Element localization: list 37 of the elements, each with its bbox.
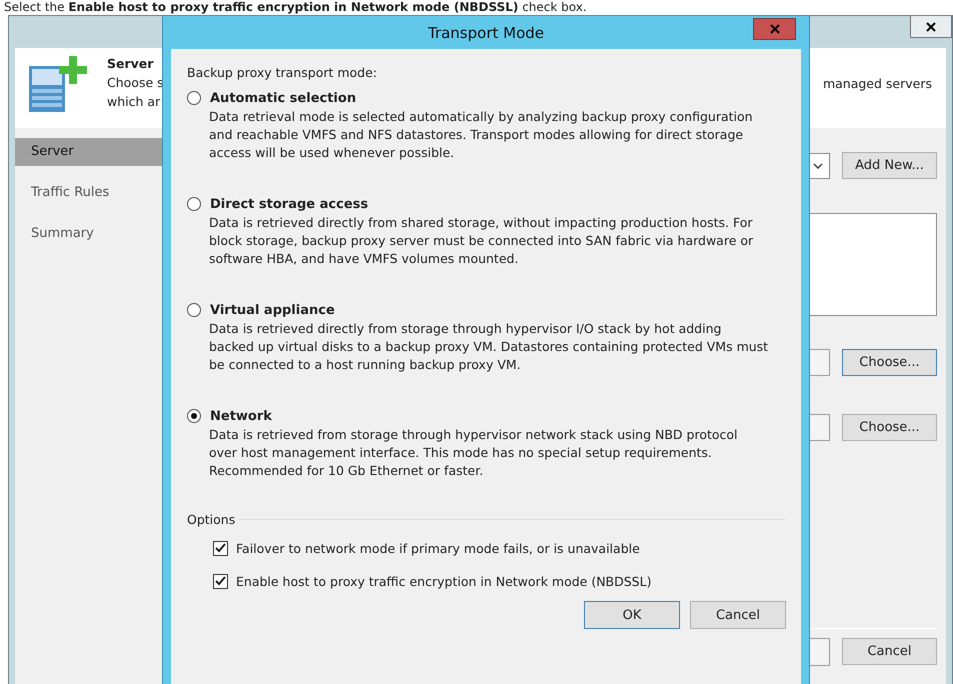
checkbox-option[interactable]: Enable host to proxy traffic encryption in Network mode (NBDSSL) bbox=[213, 569, 786, 593]
checkbox[interactable] bbox=[213, 540, 228, 556]
radio-button[interactable] bbox=[187, 197, 201, 211]
page-title: Server bbox=[107, 55, 154, 73]
radio-button[interactable] bbox=[187, 303, 201, 317]
cancel-button[interactable]: Cancel bbox=[690, 601, 786, 629]
sidebar-item[interactable]: Summary bbox=[15, 220, 162, 248]
radio-option[interactable]: Automatic selection bbox=[187, 88, 786, 108]
add-new-button[interactable]: Add New... bbox=[842, 152, 937, 179]
radio-option[interactable]: Virtual appliance bbox=[187, 300, 786, 320]
sidebar-item[interactable]: Server bbox=[15, 138, 162, 166]
radio-button[interactable] bbox=[187, 409, 201, 423]
sidebar-item[interactable]: Traffic Rules bbox=[15, 179, 162, 207]
mode-description: Data is retrieved from storage through hypervisor network stack using NBD protocol over host management interface. This mode has no special setup requirements. Recommended for 10 Gb Ethernet or faster. bbox=[209, 426, 739, 480]
close-button[interactable] bbox=[910, 16, 952, 38]
radio-option[interactable]: Network bbox=[187, 406, 786, 426]
dialog-title: Transport Mode bbox=[428, 24, 544, 42]
radio-button[interactable] bbox=[187, 91, 201, 105]
prompt-label: Backup proxy transport mode: bbox=[187, 65, 378, 80]
radio-option[interactable]: Direct storage access bbox=[187, 194, 786, 214]
mode-description: Data is retrieved directly from storage through hypervisor I/O stack by hot adding backed up virtual disks to a backup proxy VM. Datastores containing protected VMs must be connected to a host running backup proxy VM. bbox=[209, 320, 769, 374]
close-icon bbox=[926, 22, 936, 32]
checkbox[interactable] bbox=[213, 574, 228, 588]
choose-button[interactable]: Choose... bbox=[842, 349, 937, 376]
server-add-icon bbox=[27, 54, 87, 114]
instruction-text: Select the Enable host to proxy traffic encryption in Network mode (NBDSSL) check box. bbox=[3, 0, 588, 15]
chevron-down-icon bbox=[813, 162, 823, 168]
cancel-button[interactable]: Cancel bbox=[842, 638, 937, 665]
choose-button[interactable]: Choose... bbox=[842, 414, 937, 441]
checkbox-option[interactable]: Failover to network mode if primary mode fails, or is unavailable bbox=[213, 536, 786, 560]
page-description: which ar bbox=[107, 93, 162, 111]
mode-description: Data is retrieved directly from shared storage, without impacting production hosts. For block storage, backup proxy server must be connected into SAN fabric via hardware or software HBA, and have VMFS volumes mounted. bbox=[209, 214, 754, 268]
page-description: managed servers bbox=[822, 76, 932, 91]
ok-button[interactable]: OK bbox=[584, 601, 680, 629]
mode-description: Data retrieval mode is selected automatically by analyzing backup proxy configuration and reachable VMFS and NFS datastores. Transport modes allowing for direct storage access will be used whenever possible. bbox=[209, 108, 754, 162]
group-label: Options bbox=[187, 512, 236, 527]
close-icon bbox=[770, 24, 780, 34]
